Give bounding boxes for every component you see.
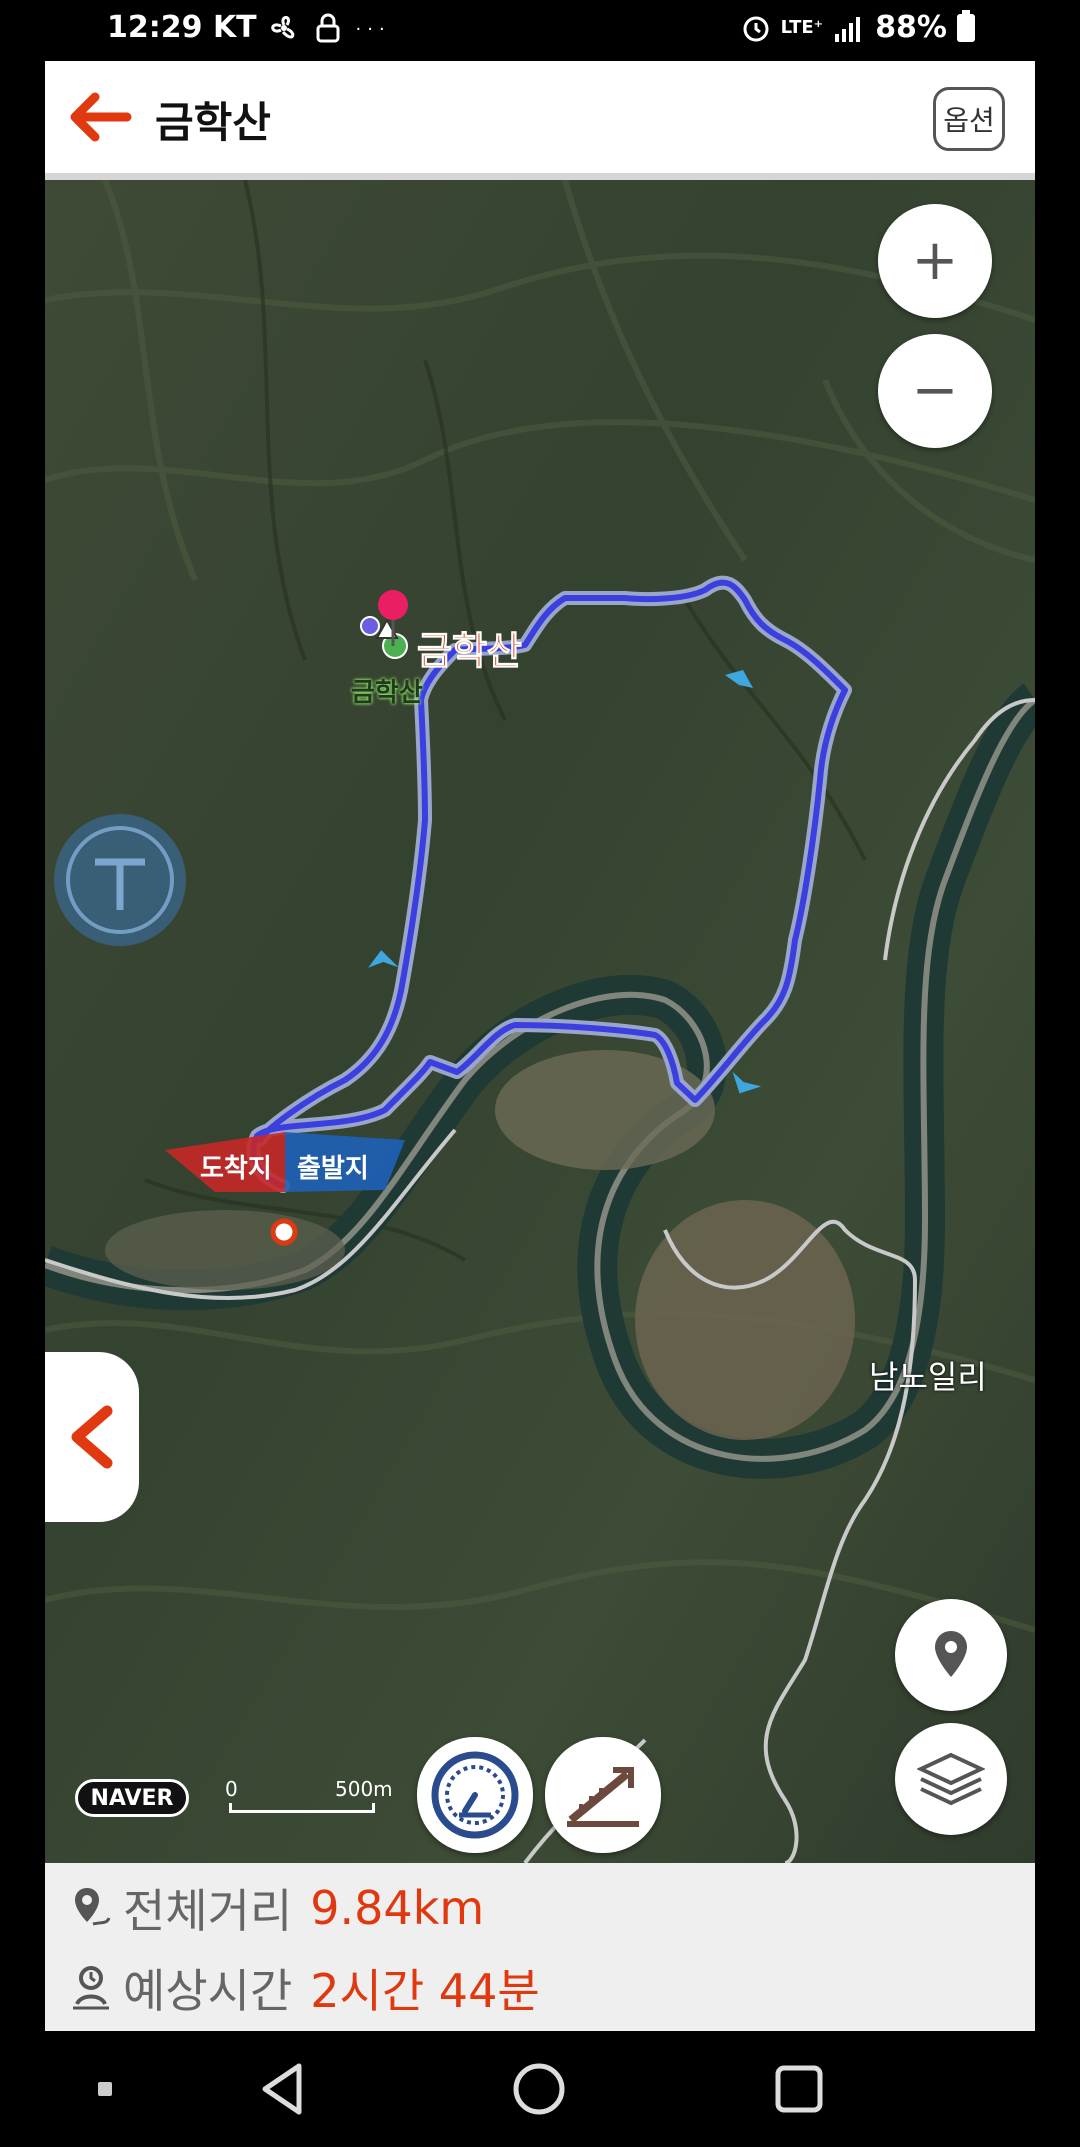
layers-icon — [917, 1752, 985, 1806]
system-nav-bar — [45, 2031, 1035, 2147]
plus-icon: + — [911, 228, 959, 293]
time-value: 2시간 44분 — [310, 1964, 540, 2018]
status-bar: 12:29 KT ··· LTE⁺ 88% — [45, 0, 1035, 61]
peak-label-small: 금학산 — [351, 678, 423, 708]
battery-percent: 88% — [875, 10, 947, 45]
square-recents-icon — [775, 2065, 823, 2113]
zoom-out-button[interactable]: − — [878, 334, 992, 448]
time-label: 예상시간 — [123, 1964, 293, 2018]
header-divider — [45, 173, 1035, 180]
speedometer-icon — [431, 1751, 519, 1839]
distance-row: 전체거리 9.84km — [69, 1873, 484, 1943]
app-header: 금학산 옵션 — [45, 61, 1035, 173]
departure-flag-label[interactable]: 출발지 — [297, 1148, 369, 1185]
naver-logo: NAVER — [75, 1779, 189, 1817]
region-label: 남노일리 — [869, 1358, 987, 1396]
status-left-icons: ··· — [267, 12, 391, 43]
signal-icon — [835, 16, 861, 42]
app-frame: 12:29 KT ··· LTE⁺ 88% 금학산 옵션 금학산 금학산 남노일… — [45, 0, 1035, 2147]
more-dots-icon: ··· — [355, 19, 391, 40]
zoom-in-button[interactable]: + — [878, 204, 992, 318]
speedometer-button[interactable] — [417, 1737, 533, 1853]
nav-recent-dot[interactable] — [67, 2051, 143, 2127]
fan-icon — [271, 15, 295, 38]
hiker-time-icon — [73, 1966, 109, 2010]
alarm-icon — [743, 16, 769, 41]
elevation-button[interactable] — [545, 1737, 661, 1853]
my-location-button[interactable] — [895, 1599, 1007, 1711]
small-square-icon — [98, 2082, 112, 2096]
scale-distance-label: 500m — [335, 1777, 393, 1801]
route-distance-icon — [75, 1888, 111, 1926]
nav-recents-button[interactable] — [761, 2051, 837, 2127]
scale-zero-label: 0 — [225, 1777, 238, 1801]
status-time: 12:29 KT — [107, 10, 257, 45]
map-view[interactable]: 금학산 금학산 남노일리 도착지 출발지 + − NAVER 0 500m — [45, 180, 1035, 1863]
arrival-flag-label[interactable]: 도착지 — [200, 1148, 272, 1185]
time-row: 예상시간 2시간 44분 — [69, 1953, 540, 2023]
triangle-back-icon — [262, 2063, 302, 2115]
elevation-icon — [567, 1767, 639, 1827]
lock-icon — [316, 13, 340, 42]
satellite-map — [45, 180, 1035, 1863]
option-button[interactable]: 옵션 — [933, 87, 1005, 151]
drawer-toggle-button[interactable] — [45, 1352, 139, 1522]
network-type: LTE⁺ — [780, 17, 824, 38]
map-layers-button[interactable] — [895, 1723, 1007, 1835]
circle-home-icon — [513, 2063, 565, 2115]
status-right: LTE⁺ 88% — [741, 9, 975, 45]
map-scale: 0 500m — [225, 1777, 403, 1817]
nav-home-button[interactable] — [501, 2051, 577, 2127]
chevron-left-icon — [71, 1405, 113, 1469]
peak-label: 금학산 — [417, 629, 523, 674]
route-info-panel: 전체거리 9.84km 예상시간 2시간 44분 — [45, 1863, 1035, 2031]
page-title: 금학산 — [155, 98, 271, 147]
back-button[interactable] — [63, 87, 135, 147]
battery-icon — [957, 9, 975, 42]
nav-back-button[interactable] — [245, 2051, 321, 2127]
back-arrow-icon — [70, 92, 132, 142]
location-pin-icon — [935, 1631, 967, 1677]
scale-bar — [229, 1803, 375, 1813]
distance-value: 9.84km — [310, 1881, 485, 1935]
minus-icon: − — [911, 358, 959, 423]
distance-label: 전체거리 — [123, 1884, 293, 1938]
